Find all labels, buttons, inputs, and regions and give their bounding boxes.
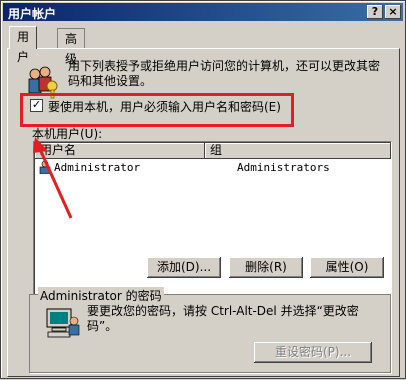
remove-button[interactable]: 删除(R)	[229, 257, 303, 278]
add-button[interactable]: 添加(D)...	[147, 257, 221, 278]
row-group: Administrators	[237, 161, 330, 174]
password-help-text: 要更改您的密码，请按 Ctrl-Alt-Del 并选择“更改密码”。	[87, 304, 359, 333]
user-icon	[39, 160, 51, 174]
user-accounts-dialog: 用户帐户 ? × 用户 高级 用下列表授予或拒绝用户访问您的计算机，还可以更改其…	[0, 0, 406, 379]
window-title: 用户帐户	[8, 7, 57, 21]
password-groupbox: Administrator 的密码 要更改您的密码，请按 Ctrl-Alt-De…	[29, 287, 391, 373]
highlight-annotation-box	[20, 93, 294, 127]
intro-text: 用下列表授予或拒绝用户访问您的计算机，还可以更改其密码和其他设置。	[68, 59, 381, 88]
title-bar[interactable]: 用户帐户 ? ×	[3, 3, 403, 21]
local-users-label: 本机用户(U):	[32, 127, 103, 141]
close-button[interactable]: ×	[385, 5, 401, 19]
properties-button[interactable]: 属性(O)	[310, 257, 384, 278]
column-header-group[interactable]: 组	[205, 143, 391, 159]
password-group-title: Administrator 的密码	[38, 287, 164, 304]
users-tab-panel: 用下列表授予或拒绝用户访问您的计算机，还可以更改其密码和其他设置。 ✓ 要使用本…	[7, 48, 400, 377]
computer-user-icon	[46, 308, 80, 338]
tab-users[interactable]: 用户	[9, 26, 38, 64]
help-button[interactable]: ?	[367, 5, 383, 19]
reset-password-button[interactable]: 重设密码(P)...	[254, 342, 372, 363]
row-username: Administrator	[54, 161, 141, 174]
column-header-username[interactable]: 用户名	[35, 143, 205, 159]
tab-advanced[interactable]: 高级	[57, 28, 86, 66]
table-row[interactable]: Administrator Administrators	[36, 160, 388, 175]
